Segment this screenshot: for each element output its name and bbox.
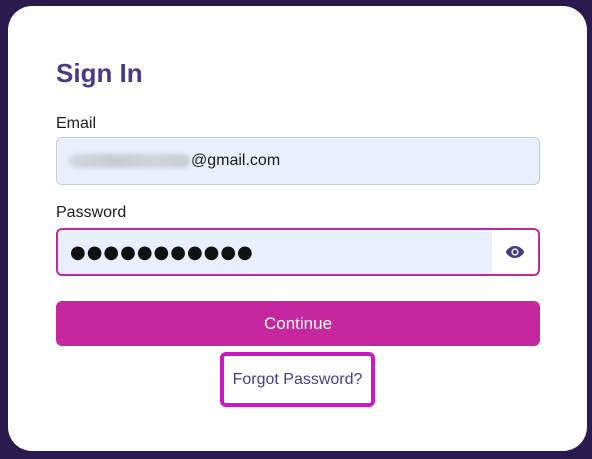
page-title: Sign In [56, 58, 143, 88]
show-password-toggle[interactable] [492, 230, 538, 274]
forgot-password-link[interactable]: Forgot Password? [233, 371, 363, 389]
password-label: Password [56, 204, 127, 221]
password-field[interactable]: ●●●●●●●●●●● [56, 228, 540, 276]
email-domain-text: @gmail.com [191, 152, 281, 169]
forgot-password-highlight: Forgot Password? [220, 352, 375, 407]
continue-button[interactable]: Continue [56, 301, 540, 346]
password-masked-value[interactable]: ●●●●●●●●●●● [58, 230, 492, 274]
redacted-email-username [69, 154, 190, 168]
email-field[interactable]: @gmail.com [56, 137, 540, 185]
eye-icon [505, 246, 525, 258]
signin-card: Sign In Email @gmail.com Password ●●●●●●… [8, 6, 587, 451]
email-label: Email [56, 115, 97, 132]
